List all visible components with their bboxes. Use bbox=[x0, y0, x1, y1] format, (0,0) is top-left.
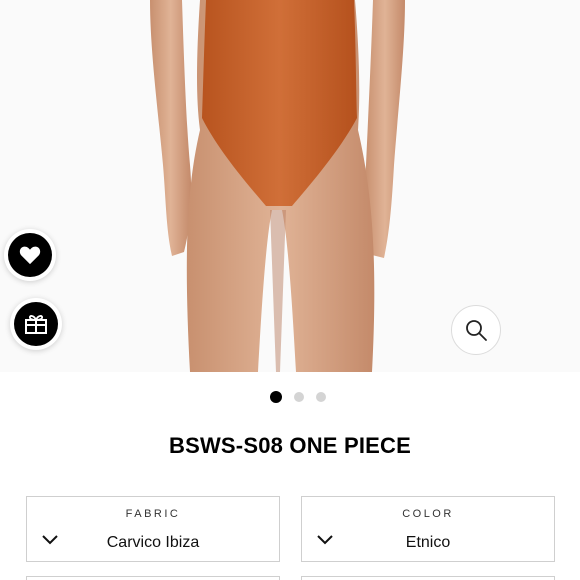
carousel-dot-2[interactable] bbox=[294, 392, 304, 402]
color-value: Etnico bbox=[405, 534, 451, 551]
fabric-label: FABRIC bbox=[125, 508, 181, 520]
wishlist-button[interactable] bbox=[4, 229, 56, 281]
magnifier-icon bbox=[466, 320, 487, 341]
gift-button[interactable] bbox=[10, 298, 62, 350]
color-label: COLOR bbox=[402, 508, 454, 520]
carousel-indicator bbox=[0, 391, 580, 403]
heart-icon bbox=[19, 246, 41, 265]
size-selector-partial[interactable] bbox=[26, 576, 280, 580]
fabric-selector[interactable]: FABRIC Carvico Ibiza bbox=[26, 496, 280, 562]
product-title: BSWS-S08 ONE PIECE bbox=[169, 433, 411, 458]
gift-icon bbox=[25, 315, 47, 334]
zoom-button[interactable] bbox=[451, 305, 501, 355]
color-selector[interactable]: COLOR Etnico bbox=[301, 496, 555, 562]
carousel-dot-3[interactable] bbox=[316, 392, 326, 402]
quantity-selector-partial[interactable] bbox=[301, 576, 555, 580]
carousel-dot-1[interactable] bbox=[270, 391, 282, 403]
fabric-value: Carvico Ibiza bbox=[106, 534, 200, 551]
